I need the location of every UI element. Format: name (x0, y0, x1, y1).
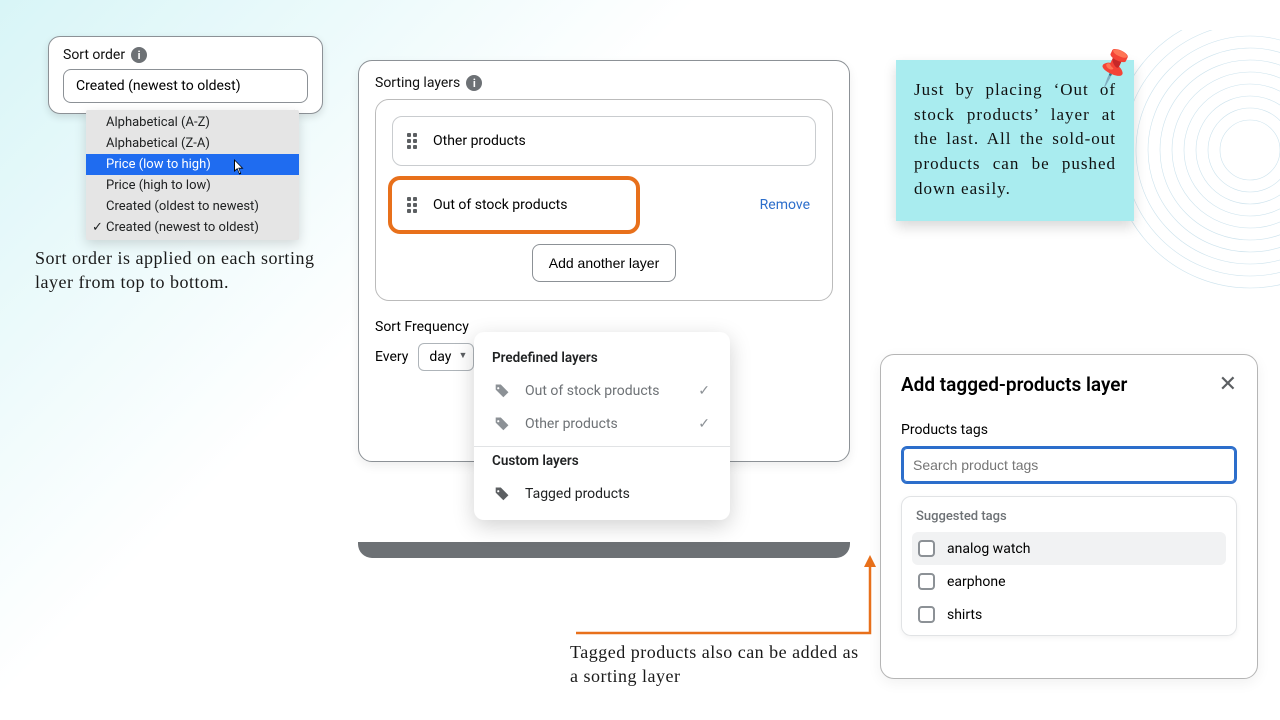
menu-item-label: Out of stock products (525, 383, 659, 399)
add-layer-button[interactable]: Add another layer (532, 244, 677, 282)
checkbox[interactable] (918, 573, 935, 590)
dropdown-option[interactable]: ✓Created (newest to oldest) (86, 217, 299, 238)
info-icon[interactable]: i (466, 75, 482, 91)
drag-handle-icon[interactable] (407, 197, 417, 213)
menu-item-tagged-products[interactable]: Tagged products (488, 477, 716, 510)
tag-option-label: earphone (947, 574, 1006, 590)
caption-tagged-products: Tagged products also can be added as a s… (570, 640, 870, 689)
layer-row-out-of-stock[interactable]: Out of stock products (392, 180, 636, 230)
modal-title: Add tagged-products layer (901, 373, 1127, 396)
checkbox[interactable] (918, 540, 935, 557)
sort-order-select[interactable]: Created (newest to oldest) (63, 69, 308, 103)
info-icon[interactable]: i (131, 47, 147, 63)
product-tags-search-input[interactable] (901, 446, 1237, 484)
checkbox[interactable] (918, 606, 935, 623)
products-tags-label: Products tags (901, 422, 1237, 438)
tag-icon (494, 382, 511, 399)
every-label: Every (375, 349, 408, 365)
caption-sort-order: Sort order is applied on each sorting la… (35, 246, 345, 295)
suggested-tags-heading: Suggested tags (916, 509, 1222, 524)
menu-item-other-products[interactable]: Other products ✓ (488, 407, 716, 440)
dropdown-option[interactable]: Created (oldest to newest) (86, 196, 299, 217)
dropdown-option[interactable]: Price (high to low) (86, 175, 299, 196)
frequency-select[interactable]: day ▼ (418, 343, 474, 371)
tag-option[interactable]: shirts (912, 598, 1226, 631)
tag-icon (494, 485, 511, 502)
add-layer-menu: Predefined layers Out of stock products … (474, 332, 730, 520)
chevron-down-icon: ▼ (459, 350, 468, 361)
layer-label: Out of stock products (433, 197, 567, 213)
sort-order-selected-value: Created (newest to oldest) (76, 78, 241, 94)
predefined-layers-heading: Predefined layers (492, 350, 712, 366)
menu-item-label: Tagged products (525, 486, 630, 502)
tagged-products-modal: Add tagged-products layer ✕ Products tag… (880, 354, 1258, 679)
check-icon: ✓ (92, 220, 103, 235)
drag-handle-icon[interactable] (407, 133, 417, 149)
dropdown-option[interactable]: Alphabetical (Z-A) (86, 133, 299, 154)
card-shadow (358, 542, 850, 558)
menu-item-label: Other products (525, 416, 618, 432)
custom-layers-heading: Custom layers (492, 453, 712, 469)
tag-option-label: shirts (947, 607, 982, 623)
close-icon[interactable]: ✕ (1219, 374, 1237, 396)
sorting-layers-title: Sorting layers (375, 75, 460, 91)
menu-separator (474, 446, 730, 447)
tag-icon (494, 415, 511, 432)
check-icon: ✓ (698, 383, 710, 399)
sticky-note-text: Just by placing ‘Out of stock products’ … (914, 78, 1116, 201)
menu-item-out-of-stock[interactable]: Out of stock products ✓ (488, 374, 716, 407)
tag-option-label: analog watch (947, 541, 1030, 557)
layer-row[interactable]: Other products (392, 116, 816, 166)
check-icon: ✓ (698, 416, 710, 432)
tag-option[interactable]: earphone (912, 565, 1226, 598)
sort-order-card: Sort order i Created (newest to oldest) … (48, 36, 323, 114)
sorting-layers-list: Other products Out of stock products Rem… (375, 99, 833, 301)
annotation-arrow-icon (566, 555, 886, 645)
dropdown-option[interactable]: Price (low to high) (86, 154, 299, 175)
suggested-tags-panel: Suggested tags analog watch earphone shi… (901, 496, 1237, 636)
remove-layer-link[interactable]: Remove (760, 197, 810, 213)
dropdown-option[interactable]: Alphabetical (A-Z) (86, 112, 299, 133)
sticky-note: Just by placing ‘Out of stock products’ … (896, 60, 1134, 221)
frequency-value: day (429, 349, 451, 365)
layer-label: Other products (433, 133, 526, 149)
sort-order-dropdown: Alphabetical (A-Z) Alphabetical (Z-A) Pr… (86, 110, 299, 240)
tag-option[interactable]: analog watch (912, 532, 1226, 565)
sort-order-title: Sort order (63, 47, 125, 63)
sort-frequency-title: Sort Frequency (375, 319, 469, 335)
